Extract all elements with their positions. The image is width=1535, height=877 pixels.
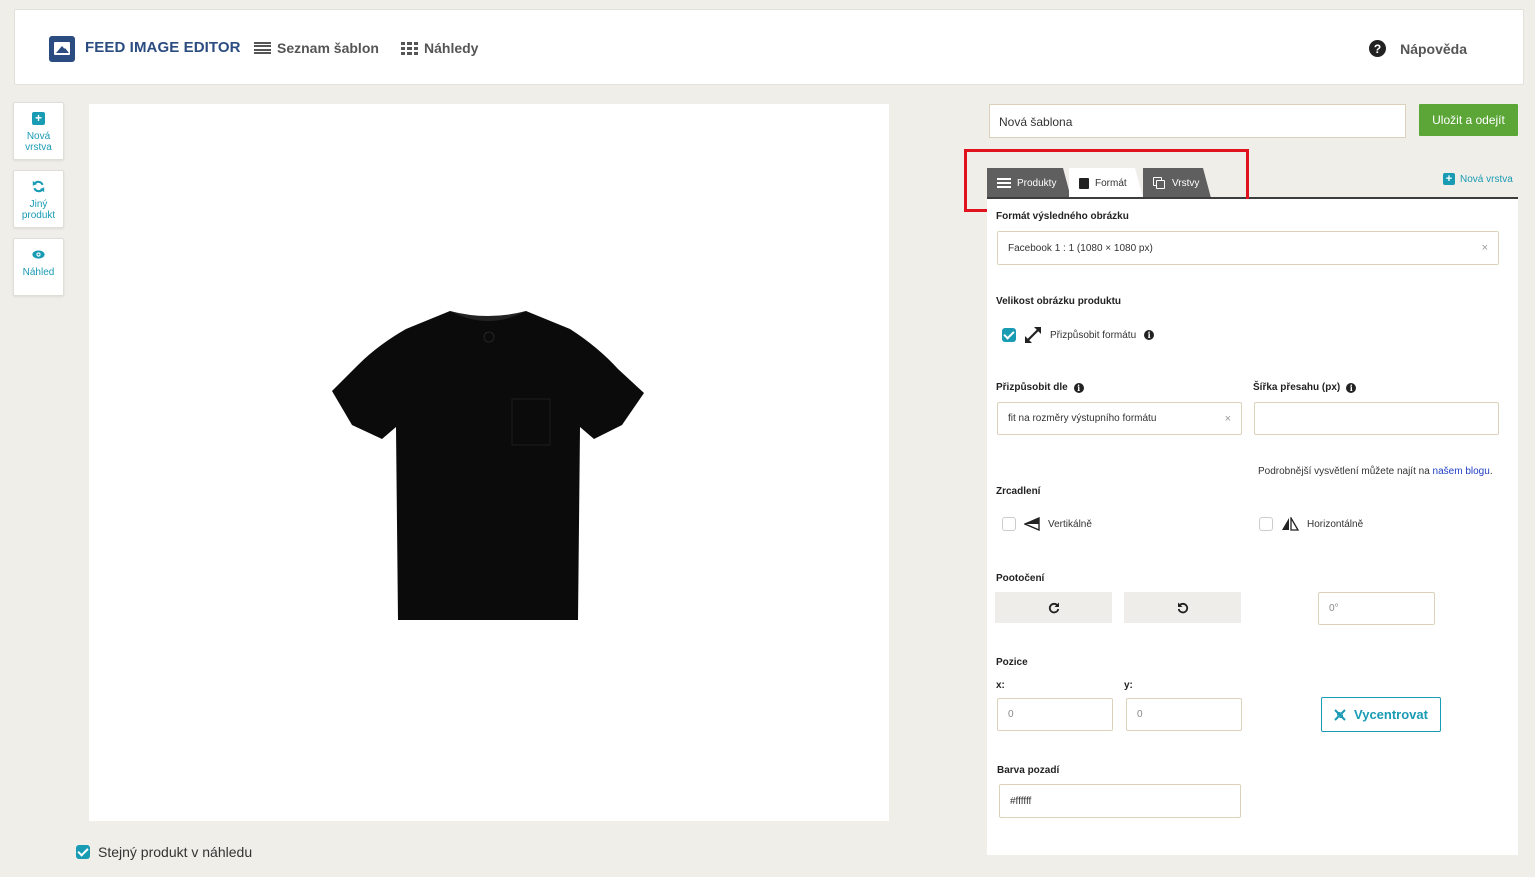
info-icon[interactable]: i: [1144, 330, 1155, 340]
mirror-vertical-checkbox[interactable]: [1002, 517, 1016, 531]
fit-format-option[interactable]: Přizpůsobit formátu i: [1002, 326, 1155, 344]
new-layer-link-label: Nová vrstva: [1460, 173, 1513, 185]
x-label: x:: [996, 680, 1005, 691]
rotate-right-icon: [1048, 602, 1059, 613]
same-product-label: Stejný produkt v náhledu: [98, 844, 253, 860]
app-logo-icon[interactable]: [49, 36, 75, 62]
new-layer-button[interactable]: + Nová vrstva: [13, 102, 64, 160]
expand-arrows-icon: [1025, 327, 1041, 343]
info-icon[interactable]: i: [1346, 382, 1357, 393]
plus-square-icon: +: [32, 112, 45, 125]
preview-button[interactable]: Náhled: [13, 238, 64, 296]
plus-square-icon: +: [1443, 173, 1455, 185]
nav-previews-label: Náhledy: [424, 40, 479, 56]
mirror-horizontal-checkbox[interactable]: [1259, 517, 1273, 531]
fit-by-select[interactable]: fit na rozměry výstupního formátu ×: [997, 402, 1242, 435]
center-button[interactable]: Vycentrovat: [1321, 697, 1441, 732]
center-arrows-icon: [1334, 708, 1346, 721]
fit-by-select-value: fit na rozměry výstupního formátu: [1008, 413, 1157, 424]
app-title[interactable]: FEED IMAGE EDITOR: [85, 39, 241, 56]
position-label: Pozice: [996, 657, 1028, 668]
rotate-left-button[interactable]: [1124, 592, 1241, 623]
mirror-horizontal-label: Horizontálně: [1307, 518, 1364, 530]
overlap-label: Šířka přesahu (px) i: [1253, 382, 1357, 393]
bg-color-label: Barva pozadí: [997, 765, 1060, 776]
grid-icon: [401, 41, 418, 55]
overlap-input[interactable]: [1254, 402, 1499, 435]
mirror-horizontal-option[interactable]: Horizontálně: [1259, 517, 1363, 531]
format-select-value: Facebook 1 : 1 (1080 × 1080 px): [1008, 242, 1153, 254]
fit-format-label: Přizpůsobit formátu: [1050, 329, 1137, 341]
nav-templates[interactable]: Seznam šablon: [254, 40, 379, 56]
image-canvas[interactable]: [89, 104, 889, 821]
same-product-checkbox[interactable]: Stejný produkt v náhledu: [76, 844, 252, 860]
mirror-vertical-option[interactable]: Vertikálně: [1002, 517, 1092, 531]
template-name-input[interactable]: Nová šablona: [989, 104, 1406, 138]
fit-format-checkbox[interactable]: [1002, 328, 1016, 342]
rotate-right-button[interactable]: [995, 592, 1112, 623]
format-label: Formát výsledného obrázku: [996, 211, 1129, 222]
flip-vertical-icon: [1024, 517, 1040, 531]
rotation-label: Pootočení: [996, 573, 1045, 584]
help-label: Nápověda: [1400, 40, 1467, 57]
help-link[interactable]: ? Nápověda: [1369, 40, 1467, 57]
preview-label: Náhled: [22, 267, 55, 278]
top-navbar: FEED IMAGE EDITOR Seznam šablon Náhledy …: [14, 9, 1524, 85]
blog-note-text: Podrobnější vysvětlení můžete najít na: [1258, 466, 1433, 477]
y-label: y:: [1124, 680, 1133, 691]
fit-by-label: Přizpůsobit dle i: [996, 382, 1084, 393]
new-layer-label-2: vrstva: [25, 142, 52, 153]
rotate-left-icon: [1177, 602, 1188, 613]
eye-icon: [32, 248, 45, 261]
other-product-label-1: Jiný: [29, 199, 48, 210]
center-button-label: Vycentrovat: [1354, 707, 1428, 722]
mirror-vertical-label: Vertikálně: [1048, 518, 1092, 530]
size-label: Velikost obrázku produktu: [996, 296, 1122, 307]
blog-note: Podrobnější vysvětlení můžete najít na n…: [1258, 466, 1493, 477]
clear-icon[interactable]: ×: [1225, 413, 1231, 425]
position-x-input[interactable]: 0: [997, 698, 1113, 731]
question-icon: ?: [1369, 40, 1387, 57]
other-product-button[interactable]: Jiný produkt: [13, 170, 64, 228]
checkbox-checked-icon[interactable]: [76, 845, 90, 859]
format-select[interactable]: Facebook 1 : 1 (1080 × 1080 px) ×: [997, 231, 1499, 265]
save-and-exit-button[interactable]: Uložit a odejít: [1419, 104, 1518, 136]
mirror-label: Zrcadlení: [996, 486, 1041, 497]
info-icon[interactable]: i: [1073, 382, 1084, 393]
new-layer-link[interactable]: + Nová vrstva: [1443, 173, 1513, 185]
position-y-input[interactable]: 0: [1126, 698, 1242, 731]
nav-templates-label: Seznam šablon: [277, 40, 379, 56]
flip-horizontal-icon: [1282, 517, 1299, 531]
nav-previews[interactable]: Náhledy: [401, 40, 478, 56]
fit-by-label-text: Přizpůsobit dle: [996, 382, 1068, 393]
refresh-icon: [32, 180, 45, 193]
new-layer-label-1: Nová: [26, 131, 51, 142]
overlap-label-text: Šířka přesahu (px): [1253, 382, 1341, 393]
other-product-label-2: produkt: [21, 210, 56, 221]
blog-note-end: .: [1489, 466, 1493, 477]
rotation-input[interactable]: 0°: [1318, 592, 1435, 625]
clear-icon[interactable]: ×: [1482, 242, 1488, 254]
bg-color-input[interactable]: #ffffff: [999, 784, 1241, 818]
blog-link[interactable]: našem blogu: [1433, 466, 1490, 477]
list-icon: [254, 42, 271, 54]
tshirt-product-image[interactable]: [332, 307, 644, 620]
